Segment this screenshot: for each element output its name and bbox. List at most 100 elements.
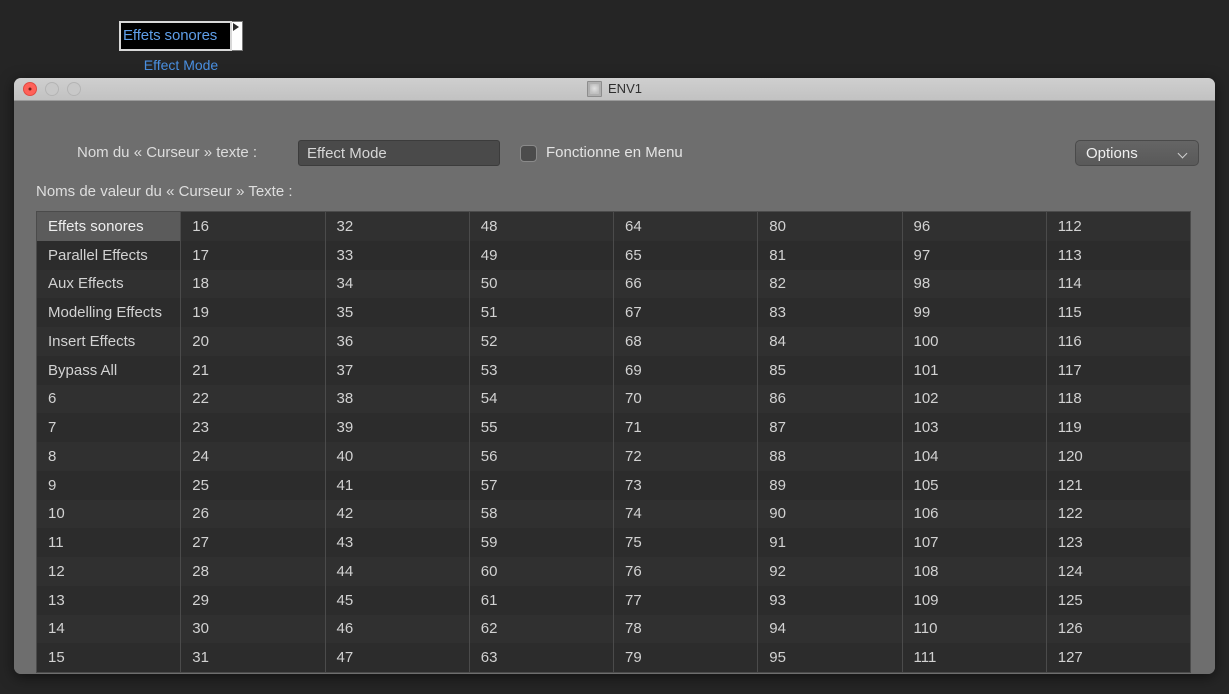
value-cell[interactable]: Parallel Effects — [37, 241, 180, 270]
value-cell[interactable]: 12 — [37, 557, 180, 586]
value-cell[interactable]: 95 — [758, 643, 901, 672]
value-cell[interactable]: 35 — [326, 298, 469, 327]
value-cell[interactable]: 88 — [758, 442, 901, 471]
value-cell[interactable]: 50 — [470, 270, 613, 299]
value-cell[interactable]: 68 — [614, 327, 757, 356]
value-cell[interactable]: 100 — [903, 327, 1046, 356]
value-cell[interactable]: 84 — [758, 327, 901, 356]
cursor-text-field-row[interactable]: Effets sonores — [119, 21, 243, 51]
value-cell[interactable]: 27 — [181, 528, 324, 557]
value-cell[interactable]: 72 — [614, 442, 757, 471]
value-cell[interactable]: 40 — [326, 442, 469, 471]
value-cell-selected[interactable]: Effets sonores — [37, 212, 180, 241]
value-cell[interactable]: 24 — [181, 442, 324, 471]
value-cell[interactable]: 34 — [326, 270, 469, 299]
value-cell[interactable]: 54 — [470, 385, 613, 414]
value-cell[interactable]: 55 — [470, 413, 613, 442]
value-cell[interactable]: 115 — [1047, 298, 1190, 327]
value-cell[interactable]: 56 — [470, 442, 613, 471]
value-cell[interactable]: Insert Effects — [37, 327, 180, 356]
value-cell[interactable]: 13 — [37, 586, 180, 615]
value-cell[interactable]: 63 — [470, 643, 613, 672]
value-cell[interactable]: Bypass All — [37, 356, 180, 385]
value-cell[interactable]: 99 — [903, 298, 1046, 327]
value-cell[interactable]: 105 — [903, 471, 1046, 500]
value-cell[interactable]: 49 — [470, 241, 613, 270]
menu-mode-checkbox-group[interactable]: Fonctionne en Menu — [520, 144, 683, 162]
value-cell[interactable]: 74 — [614, 500, 757, 529]
value-cell[interactable]: 107 — [903, 528, 1046, 557]
value-cell[interactable]: 126 — [1047, 615, 1190, 644]
value-cell[interactable]: 60 — [470, 557, 613, 586]
value-cell[interactable]: 66 — [614, 270, 757, 299]
value-cell[interactable]: 15 — [37, 643, 180, 672]
value-cell[interactable]: 64 — [614, 212, 757, 241]
value-cell[interactable]: 22 — [181, 385, 324, 414]
value-cell[interactable]: 33 — [326, 241, 469, 270]
value-cell[interactable]: 67 — [614, 298, 757, 327]
value-cell[interactable]: 51 — [470, 298, 613, 327]
value-cell[interactable]: 58 — [470, 500, 613, 529]
value-cell[interactable]: 52 — [470, 327, 613, 356]
value-cell[interactable]: 36 — [326, 327, 469, 356]
value-cell[interactable]: 75 — [614, 528, 757, 557]
value-cell[interactable]: 23 — [181, 413, 324, 442]
value-cell[interactable]: 96 — [903, 212, 1046, 241]
cursor-text-scroll-strip[interactable] — [232, 21, 243, 51]
value-cell[interactable]: 70 — [614, 385, 757, 414]
value-cell[interactable]: 71 — [614, 413, 757, 442]
value-cell[interactable]: 110 — [903, 615, 1046, 644]
value-cell[interactable]: 118 — [1047, 385, 1190, 414]
value-cell[interactable]: 21 — [181, 356, 324, 385]
value-cell[interactable]: 45 — [326, 586, 469, 615]
value-cell[interactable]: 62 — [470, 615, 613, 644]
maximize-button[interactable] — [67, 82, 81, 96]
value-cell[interactable]: 82 — [758, 270, 901, 299]
cursor-name-input[interactable] — [298, 140, 500, 166]
value-cell[interactable]: 123 — [1047, 528, 1190, 557]
value-cell[interactable]: 102 — [903, 385, 1046, 414]
value-cell[interactable]: 46 — [326, 615, 469, 644]
value-cell[interactable]: 122 — [1047, 500, 1190, 529]
value-cell[interactable]: 101 — [903, 356, 1046, 385]
value-cell[interactable]: 41 — [326, 471, 469, 500]
value-cell[interactable]: Modelling Effects — [37, 298, 180, 327]
value-cell[interactable]: 42 — [326, 500, 469, 529]
value-cell[interactable]: 91 — [758, 528, 901, 557]
value-cell[interactable]: 106 — [903, 500, 1046, 529]
value-cell[interactable]: 117 — [1047, 356, 1190, 385]
value-cell[interactable]: 44 — [326, 557, 469, 586]
value-cell[interactable]: 78 — [614, 615, 757, 644]
value-cell[interactable]: 25 — [181, 471, 324, 500]
value-cell[interactable]: 92 — [758, 557, 901, 586]
close-button[interactable] — [23, 82, 37, 96]
value-cell[interactable]: 127 — [1047, 643, 1190, 672]
value-cell[interactable]: 48 — [470, 212, 613, 241]
value-cell[interactable]: 103 — [903, 413, 1046, 442]
value-cell[interactable]: 57 — [470, 471, 613, 500]
value-cell[interactable]: 65 — [614, 241, 757, 270]
value-cell[interactable]: 53 — [470, 356, 613, 385]
cursor-text-widget[interactable]: Effets sonores Effect Mode — [119, 21, 243, 70]
value-cell[interactable]: 108 — [903, 557, 1046, 586]
value-cell[interactable]: 111 — [903, 643, 1046, 672]
value-cell[interactable]: 31 — [181, 643, 324, 672]
value-cell[interactable]: 109 — [903, 586, 1046, 615]
value-cell[interactable]: 125 — [1047, 586, 1190, 615]
value-cell[interactable]: 17 — [181, 241, 324, 270]
value-cell[interactable]: 104 — [903, 442, 1046, 471]
minimize-button[interactable] — [45, 82, 59, 96]
value-cell[interactable]: 89 — [758, 471, 901, 500]
value-cell[interactable]: 80 — [758, 212, 901, 241]
value-cell[interactable]: 47 — [326, 643, 469, 672]
options-button[interactable]: Options — [1075, 140, 1199, 166]
value-cell[interactable]: 114 — [1047, 270, 1190, 299]
value-cell[interactable]: 79 — [614, 643, 757, 672]
value-cell[interactable]: 11 — [37, 528, 180, 557]
value-names-table[interactable]: Effets sonoresParallel EffectsAux Effect… — [36, 211, 1191, 673]
cursor-text-value-box[interactable]: Effets sonores — [119, 21, 232, 51]
value-cell[interactable]: 30 — [181, 615, 324, 644]
value-cell[interactable]: 83 — [758, 298, 901, 327]
value-cell[interactable]: 124 — [1047, 557, 1190, 586]
value-cell[interactable]: 93 — [758, 586, 901, 615]
